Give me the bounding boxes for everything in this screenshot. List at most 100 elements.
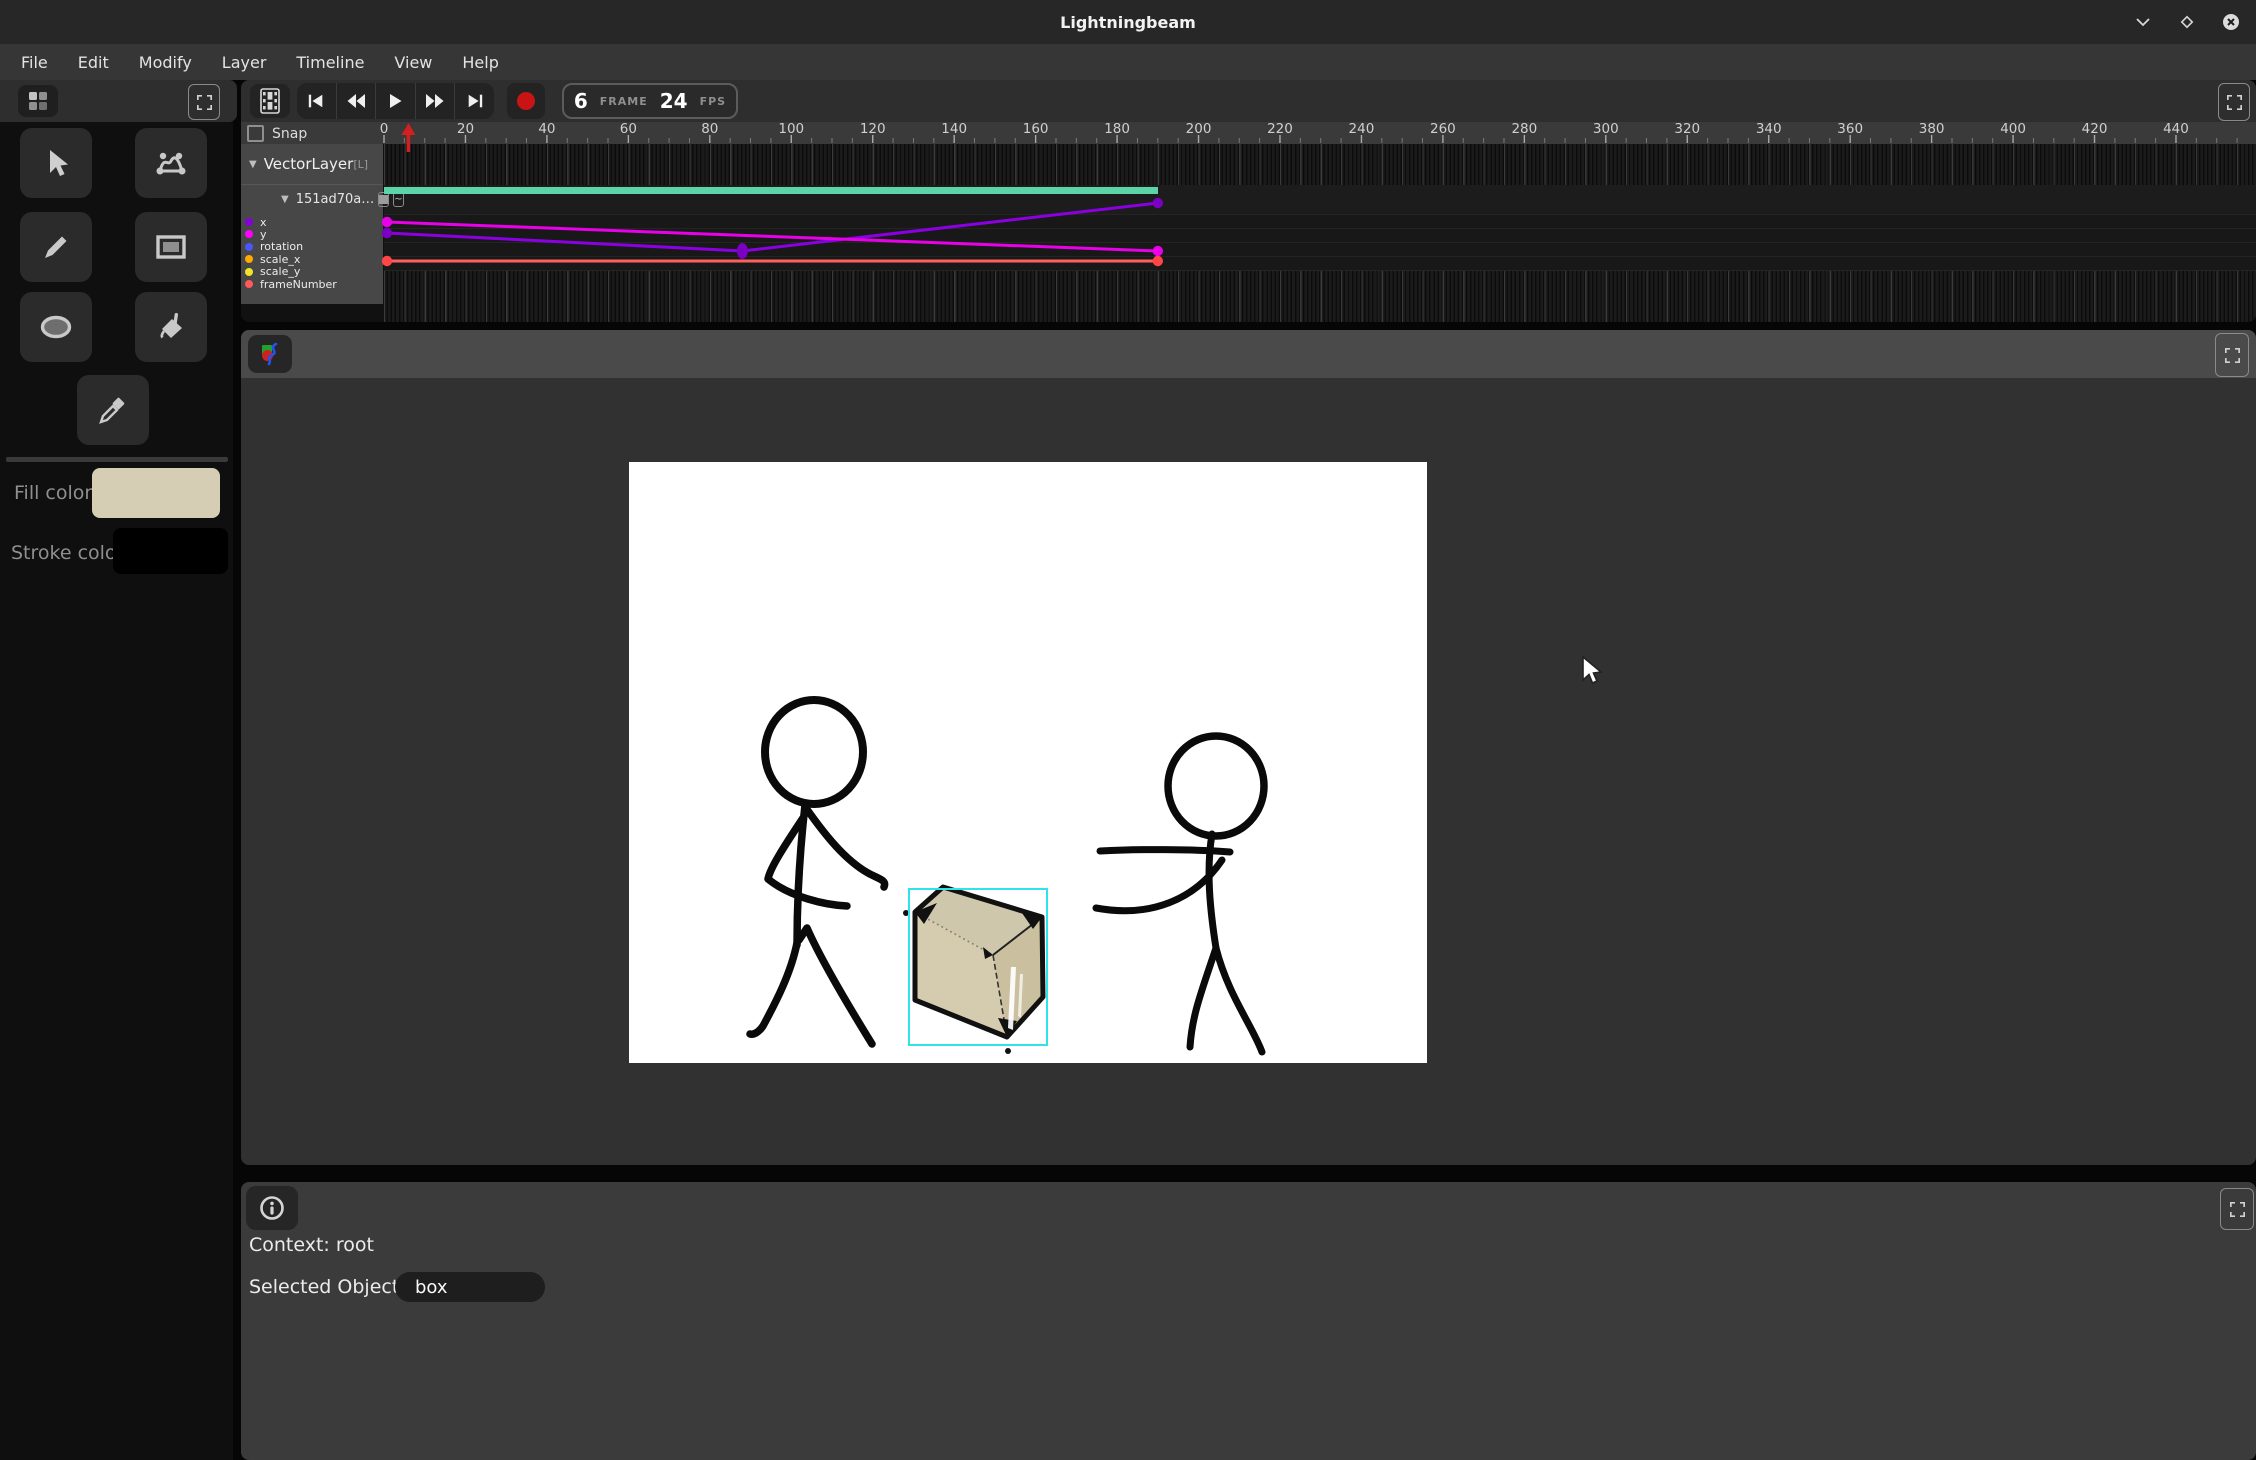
layer-row-vectorlayer[interactable]: ▼ VectorLayer [L] <box>241 144 383 185</box>
menu-item-file[interactable]: File <box>6 44 63 80</box>
property-label: x <box>260 216 267 229</box>
vector-scene-button[interactable] <box>248 335 292 373</box>
svg-text:260: 260 <box>1430 121 1456 137</box>
property-row-x[interactable]: x <box>245 216 267 228</box>
inspector-expand-button[interactable] <box>2220 1188 2254 1230</box>
property-row-y[interactable]: y <box>245 228 267 240</box>
stick-figure-left <box>750 700 885 1044</box>
skip-to-end-button[interactable] <box>455 83 494 119</box>
snap-checkbox[interactable] <box>247 125 264 142</box>
skip-to-start-button[interactable] <box>297 83 337 119</box>
menu-item-modify[interactable]: Modify <box>124 44 207 80</box>
tools-sidebar: Fill color: Stroke color: <box>0 80 233 1460</box>
tools-expand-button[interactable] <box>188 84 220 120</box>
timeline-expand-button[interactable] <box>2218 83 2250 121</box>
snap-label: Snap <box>272 126 307 142</box>
chevron-down-icon <box>2136 18 2150 27</box>
layer-list: ▼ VectorLayer [L] ▼ 151ad70a… ~ xyrotati… <box>241 144 383 304</box>
skip-end-icon <box>466 93 484 109</box>
box-object <box>903 887 1043 1054</box>
property-row-rotation[interactable]: rotation <box>245 241 303 253</box>
eyedropper-icon <box>97 394 129 426</box>
svg-text:300: 300 <box>1593 121 1619 137</box>
svg-text:440: 440 <box>2163 121 2189 137</box>
property-list: xyrotationscale_xscale_yframeNumber <box>241 216 383 304</box>
svg-text:120: 120 <box>860 121 886 137</box>
selected-object-field[interactable]: box <box>395 1272 545 1302</box>
property-label: frameNumber <box>260 278 337 291</box>
tool-select-button[interactable] <box>20 128 92 198</box>
frame-value: 6 <box>574 89 588 113</box>
rectangle-icon <box>155 234 187 260</box>
timeline-toolbar: 6 FRAME 24 FPS <box>241 80 2256 122</box>
property-color-dot <box>245 243 253 251</box>
tool-eyedropper-button[interactable] <box>77 375 149 445</box>
menu-item-edit[interactable]: Edit <box>63 44 124 80</box>
sublayer-name: 151ad70a… <box>296 192 375 207</box>
inspector-panel: Context: root Selected Object box <box>241 1182 2256 1460</box>
menu-item-help[interactable]: Help <box>447 44 513 80</box>
layer-badge: [L] <box>353 158 368 171</box>
fast-forward-button[interactable] <box>416 83 456 119</box>
stick-figure-right <box>1096 736 1264 1052</box>
property-label: rotation <box>260 240 303 253</box>
timeline-curves-overlay[interactable]: 0204060801001201401601802002202402602803… <box>384 122 2256 322</box>
property-color-dot <box>245 280 253 288</box>
property-color-dot <box>245 230 253 238</box>
property-label: scale_x <box>260 253 300 266</box>
property-row-frameNumber[interactable]: frameNumber <box>245 278 337 290</box>
context-text: Context: root <box>249 1234 374 1256</box>
expand-icon <box>2225 348 2240 363</box>
diamond-icon <box>2180 15 2194 29</box>
svg-text:320: 320 <box>1674 121 1700 137</box>
collapse-triangle-icon[interactable]: ▼ <box>249 159 257 170</box>
tools-grid-button[interactable] <box>18 85 58 117</box>
info-button[interactable] <box>246 1186 298 1230</box>
film-button[interactable] <box>250 84 290 118</box>
svg-text:140: 140 <box>941 121 967 137</box>
svg-text:60: 60 <box>620 121 637 137</box>
maximize-button[interactable] <box>2176 11 2198 33</box>
tool-ellipse-button[interactable] <box>20 292 92 362</box>
rewind-button[interactable] <box>337 83 377 119</box>
svg-text:220: 220 <box>1267 121 1293 137</box>
tool-pencil-button[interactable] <box>20 212 92 282</box>
play-icon <box>387 93 403 109</box>
property-row-scale_x[interactable]: scale_x <box>245 253 300 265</box>
close-button[interactable] <box>2220 11 2242 33</box>
property-label: scale_y <box>260 265 300 278</box>
property-color-dot <box>245 255 253 263</box>
vector-graphics-icon <box>258 342 282 366</box>
property-row-scale_y[interactable]: scale_y <box>245 266 300 278</box>
frame-fps-display: 6 FRAME 24 FPS <box>562 83 738 119</box>
fill-color-label: Fill color: <box>14 482 98 504</box>
fps-unit-label: FPS <box>700 95 727 108</box>
canvas-expand-button[interactable] <box>2215 333 2249 377</box>
expand-icon <box>2230 1202 2245 1217</box>
minimize-button[interactable] <box>2132 11 2154 33</box>
svg-text:160: 160 <box>1023 121 1049 137</box>
info-icon <box>259 1195 285 1221</box>
layer-row-object[interactable]: ▼ 151ad70a… ~ <box>241 185 383 214</box>
menu-item-layer[interactable]: Layer <box>207 44 282 80</box>
tool-transform-button[interactable] <box>135 128 207 198</box>
stage[interactable] <box>629 462 1427 1063</box>
expand-icon <box>2227 95 2242 110</box>
pencil-icon <box>41 232 71 262</box>
svg-text:340: 340 <box>1756 121 1782 137</box>
record-button[interactable] <box>507 83 545 119</box>
fill-color-swatch[interactable] <box>92 468 220 518</box>
tool-rectangle-button[interactable] <box>135 212 207 282</box>
property-color-dot <box>245 268 253 276</box>
menu-item-timeline[interactable]: Timeline <box>281 44 379 80</box>
menu-item-view[interactable]: View <box>379 44 447 80</box>
play-button[interactable] <box>376 83 416 119</box>
fast-forward-icon <box>425 93 445 109</box>
menu-bar: File Edit Modify Layer Timeline View Hel… <box>0 44 2256 80</box>
tool-paint-bucket-button[interactable] <box>135 292 207 362</box>
app-window: Lightningbeam File Edit Modify Layer Tim… <box>0 0 2256 1460</box>
timeline-panel: 6 FRAME 24 FPS Snap ▼ VectorLayer [L] <box>241 80 2256 322</box>
property-label: y <box>260 228 267 241</box>
stroke-color-swatch[interactable] <box>113 528 228 574</box>
collapse-triangle-icon[interactable]: ▼ <box>281 194 289 205</box>
